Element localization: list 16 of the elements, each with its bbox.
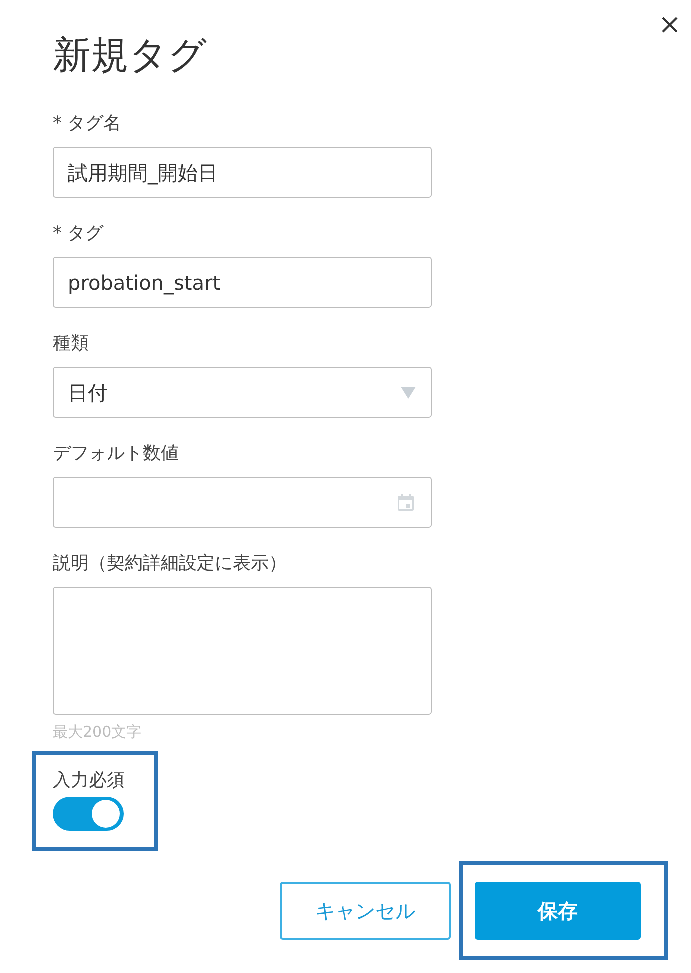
hint-text: 最大200文字 — [53, 722, 143, 742]
field-label: 種類 — [53, 332, 90, 356]
field-label: 説明（契約詳細設定に表示） — [53, 552, 288, 576]
field-label: * タグ名 — [53, 112, 123, 136]
date-field[interactable] — [53, 477, 432, 528]
field-label: * タグ — [53, 222, 105, 246]
field-label: デフォルト数値 — [53, 442, 180, 466]
toggle-switch[interactable] — [53, 797, 124, 831]
dialog-title: 新規タグ — [53, 32, 207, 79]
text-field[interactable]: probation_start — [53, 257, 432, 308]
dropdown-triangle-icon — [401, 386, 416, 398]
calendar-icon[interactable] — [398, 494, 414, 511]
toggle-label: 入力必須 — [53, 769, 126, 793]
textarea-field[interactable] — [53, 587, 432, 715]
text-field[interactable]: 試用期間_開始日 — [53, 147, 432, 198]
select-field[interactable]: 日付 — [53, 367, 432, 418]
